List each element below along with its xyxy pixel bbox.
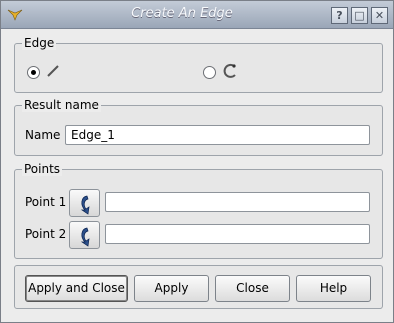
edge-type-group: Edge: [14, 36, 383, 93]
apply-button[interactable]: Apply: [134, 275, 209, 302]
arc-edge-radio[interactable]: [203, 66, 216, 79]
window-title: Create An Edge: [131, 6, 233, 21]
create-edge-dialog: Create An Edge ? □ ✕ Edge Result name Na…: [0, 0, 394, 323]
point1-label: Point 1: [25, 195, 67, 209]
title-bar[interactable]: Create An Edge ? □ ✕: [1, 1, 393, 29]
line-edge-radio[interactable]: [27, 66, 40, 79]
close-window-button[interactable]: ✕: [371, 7, 388, 24]
context-help-button[interactable]: ?: [331, 7, 348, 24]
point2-field[interactable]: [105, 224, 370, 244]
select-arrow-icon: [80, 195, 90, 215]
name-field[interactable]: Edge_1: [65, 125, 370, 145]
maximize-button[interactable]: □: [351, 7, 368, 24]
result-group-title: Result name: [22, 98, 101, 112]
point1-field[interactable]: [105, 192, 370, 212]
name-label: Name: [25, 128, 61, 142]
select-arrow-icon: [80, 227, 90, 247]
points-group-title: Points: [22, 162, 63, 176]
arc-edge-icon: [223, 63, 236, 78]
result-name-group: Result name Name Edge_1: [14, 98, 383, 156]
app-logo-icon: [7, 9, 23, 21]
points-group: Points Point 1 Point 2: [14, 162, 383, 259]
apply-and-close-button[interactable]: Apply and Close: [25, 275, 128, 302]
point2-select-button[interactable]: [69, 221, 100, 249]
edge-group-title: Edge: [22, 36, 57, 50]
close-button[interactable]: Close: [215, 275, 290, 302]
help-button[interactable]: Help: [296, 275, 371, 302]
point1-select-button[interactable]: [69, 189, 100, 217]
point2-label: Point 2: [25, 227, 67, 241]
line-edge-icon: [47, 65, 59, 77]
